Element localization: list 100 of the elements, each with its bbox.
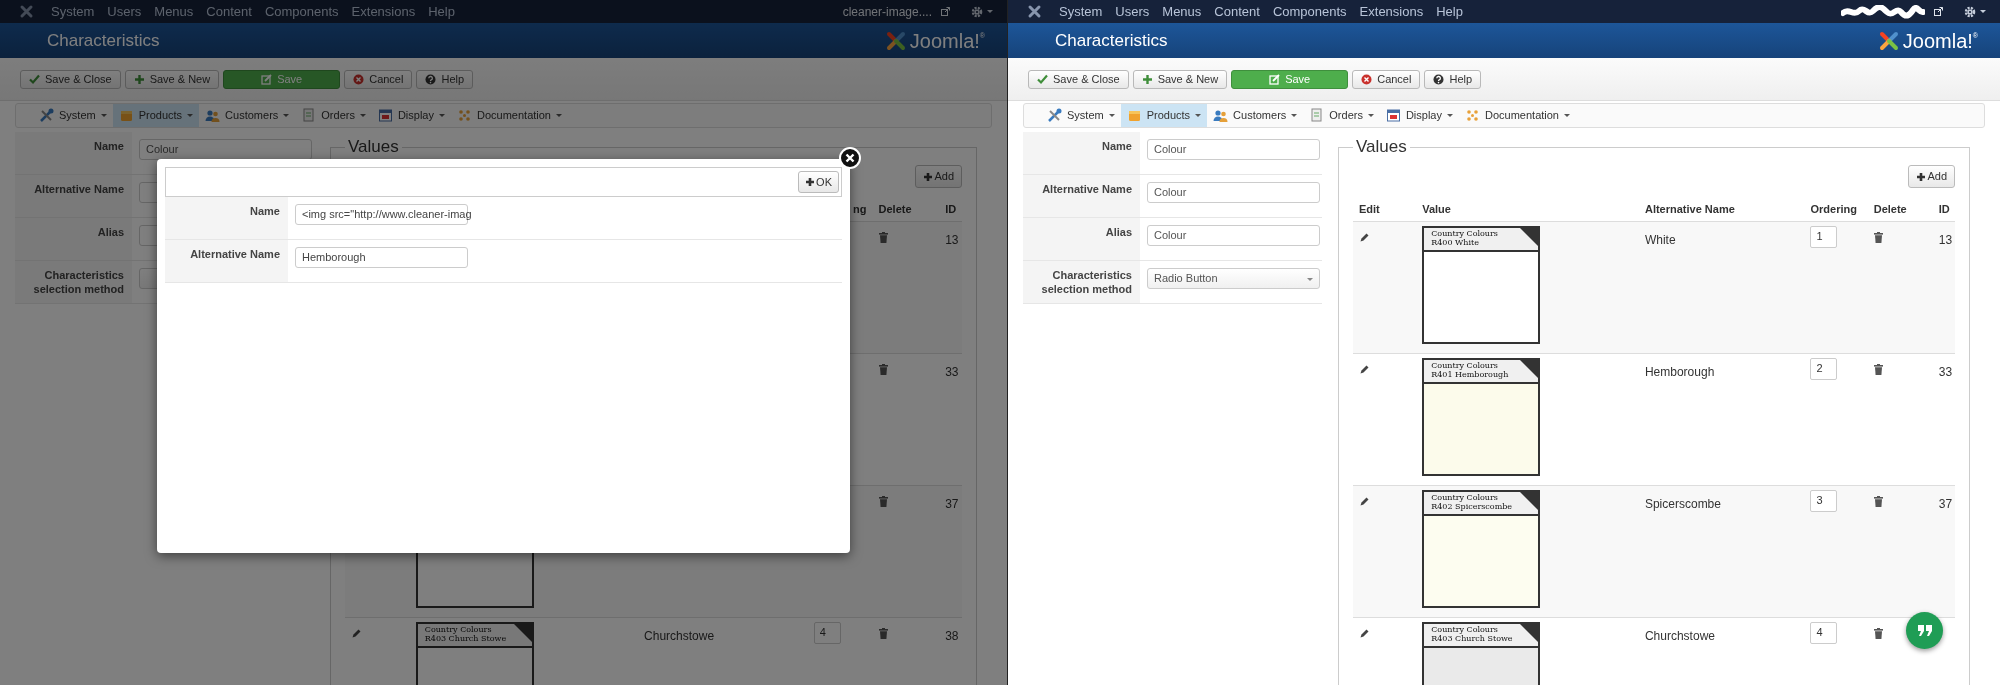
field-label: Alternative Name <box>165 240 288 282</box>
swatch-label: R400 White <box>1431 238 1479 248</box>
ordering-field[interactable]: 2 <box>1810 357 1838 380</box>
trash-icon[interactable] <box>878 232 888 244</box>
gear-icon[interactable] <box>1964 5 1976 18</box>
nav-menu-item[interactable]: Menus <box>1162 1 1202 22</box>
field-label: Name <box>15 132 132 174</box>
help-button[interactable]: Help <box>1424 69 1482 89</box>
submenu-tab[interactable]: Products <box>1120 104 1208 127</box>
logo-text: Joomla!$^{®}$ <box>909 30 985 51</box>
alternative-name-text: Churchstowe <box>644 627 715 645</box>
cancel-button[interactable]: Cancel <box>1352 69 1421 89</box>
pencil-icon[interactable] <box>1359 627 1370 639</box>
select-field[interactable]: Radio Button <box>1147 268 1320 289</box>
ordering-field[interactable]: 4 <box>813 621 841 644</box>
save-close-button[interactable]: Save & Close <box>20 69 121 89</box>
alternative-name-text: Hemborough <box>1644 363 1715 381</box>
column-header: ID <box>945 203 957 215</box>
box-icon <box>1126 108 1142 123</box>
pencil-icon[interactable] <box>1359 231 1370 243</box>
submenu-tab[interactable]: System <box>1041 104 1121 127</box>
save-new-button[interactable]: Save & New <box>1132 69 1228 89</box>
caret-icon <box>1564 114 1570 117</box>
plus-icon <box>923 171 934 182</box>
nav-menu-item[interactable]: Components <box>1272 1 1347 22</box>
pencil-icon[interactable] <box>1359 495 1370 507</box>
caret-icon <box>359 114 366 117</box>
save-close-button[interactable]: Save & Close <box>1028 69 1129 89</box>
input-field[interactable]: Colour <box>1147 139 1320 160</box>
submenu-tab[interactable]: Documentation <box>451 104 568 127</box>
cancel-button[interactable]: Cancel <box>344 69 413 89</box>
swatch-label: Country Colours <box>1431 360 1498 370</box>
caret-icon[interactable] <box>1980 10 1986 13</box>
close-icon[interactable] <box>839 147 861 169</box>
swatch-label: R402 Spicerscombe <box>1431 502 1513 512</box>
check-icon <box>1037 73 1048 85</box>
trash-icon[interactable] <box>1873 496 1883 508</box>
external-link-icon[interactable] <box>1934 7 1943 16</box>
panel-legend: Values <box>345 137 402 157</box>
swatch-label: Country Colours <box>1431 492 1498 502</box>
swatch-label: R403 Church Stowe <box>1431 634 1513 644</box>
field-label: Characteristics selection method <box>15 261 132 303</box>
users-icon <box>1213 108 1229 123</box>
submenu-tab[interactable]: Customers <box>1207 104 1304 127</box>
nav-menu-item[interactable]: Content <box>1214 1 1260 22</box>
cancel-icon <box>1361 73 1373 85</box>
submenu-tab[interactable]: System <box>33 104 113 127</box>
swatch-label: Country Colours <box>424 624 492 634</box>
column-header: ID <box>1938 203 1950 215</box>
nav-menu-item[interactable]: Extensions <box>1359 1 1424 22</box>
help-icon <box>425 73 437 85</box>
input-field[interactable]: Hemborough <box>295 247 468 268</box>
id-text: 37 <box>1938 495 1953 513</box>
help-button[interactable]: Help <box>416 69 474 89</box>
trash-icon[interactable] <box>878 496 888 508</box>
submenu-tab[interactable]: Orders <box>1303 104 1380 127</box>
tools-icon <box>39 108 54 123</box>
column-header: Value <box>1422 203 1451 215</box>
alternative-name-text: White <box>1644 231 1676 249</box>
chat-button[interactable] <box>1906 612 1943 649</box>
nav-menu-item[interactable]: Users <box>1115 1 1150 22</box>
submenu-tab[interactable]: Display <box>371 104 451 127</box>
swatch-label: R401 Hemborough <box>1431 370 1509 380</box>
ordering-field[interactable]: 3 <box>1810 489 1838 512</box>
joomla-icon[interactable] <box>1027 4 1042 19</box>
nav-menu-item[interactable]: System <box>1059 1 1103 22</box>
page-title: Characteristics <box>47 29 160 52</box>
trash-icon[interactable] <box>878 628 888 640</box>
submenu-tab[interactable]: Documentation <box>1459 104 1576 127</box>
submenu-tab[interactable]: Products <box>112 104 200 127</box>
ordering-field[interactable]: 1 <box>1810 225 1838 248</box>
caret-icon <box>1195 114 1202 117</box>
save-new-button[interactable]: Save & New <box>124 69 220 89</box>
window-icon <box>1385 108 1401 123</box>
field-label: Alias <box>1023 218 1140 260</box>
pencil-icon[interactable] <box>1359 363 1370 375</box>
input-field[interactable]: Colour <box>1147 225 1320 246</box>
trash-icon[interactable] <box>878 364 888 376</box>
plus-icon <box>133 73 145 85</box>
submenu-tab[interactable]: Orders <box>295 104 372 127</box>
ordering-field[interactable]: 4 <box>1810 621 1838 644</box>
dots-icon <box>1465 108 1480 123</box>
ok-button[interactable]: OK <box>798 171 839 193</box>
add-button[interactable]: Add <box>915 165 962 188</box>
input-field[interactable]: Colour <box>1147 182 1320 203</box>
submenu-tab[interactable]: Customers <box>199 104 296 127</box>
edit-icon <box>261 73 273 85</box>
field-label: Name <box>165 197 288 239</box>
nav-menu-item[interactable]: Help <box>1436 1 1463 22</box>
input-field[interactable]: Colour <box>139 139 312 160</box>
trash-icon[interactable] <box>1873 232 1883 244</box>
pencil-icon[interactable] <box>351 627 362 639</box>
box-icon <box>118 108 134 123</box>
site-link[interactable]: cleaner-image.... <box>842 2 932 21</box>
submenu-tab[interactable]: Display <box>1379 104 1459 127</box>
quote-icon <box>1917 625 1932 636</box>
trash-icon[interactable] <box>1873 628 1883 640</box>
field-label: Alternative Name <box>15 175 132 217</box>
add-button[interactable]: Add <box>1908 165 1955 188</box>
trash-icon[interactable] <box>1873 364 1883 376</box>
